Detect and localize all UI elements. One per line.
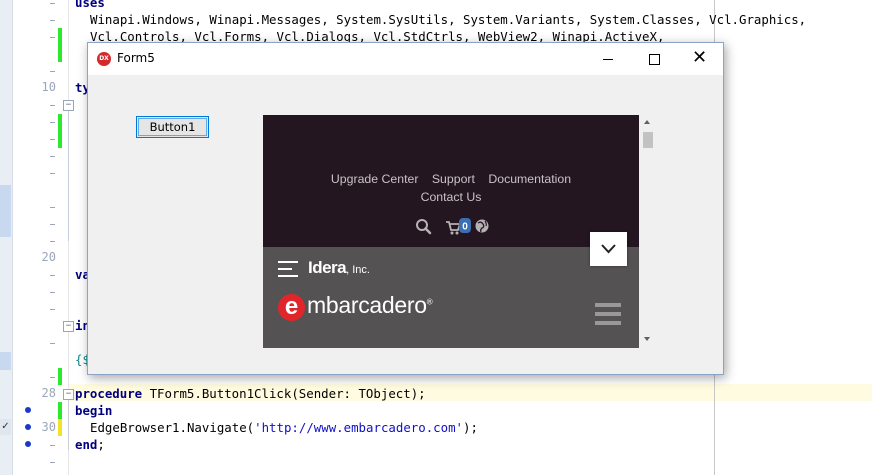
gutter-dash	[50, 207, 55, 208]
code-token: uses	[75, 0, 105, 10]
edge-browser-webview[interactable]: Upgrade Center Support Documentation Con…	[263, 115, 639, 348]
gutter-dash	[50, 156, 55, 157]
code-line[interactable]: EdgeBrowser1.Navigate('http://www.embarc…	[90, 419, 478, 436]
gutter-dash	[50, 292, 55, 293]
line-number: 10	[41, 80, 56, 94]
code-token: );	[463, 420, 478, 435]
nav-links-row: Contact Us	[263, 190, 639, 204]
code-token: EdgeBrowser1.Navigate(	[90, 420, 255, 435]
maximize-icon	[649, 54, 660, 65]
nav-links-row: Upgrade Center Support Documentation	[263, 172, 639, 186]
code-token: begin	[75, 403, 113, 418]
fold-guide	[68, 111, 69, 241]
code-line[interactable]: Winapi.Windows, Winapi.Messages, System.…	[90, 11, 806, 28]
scroll-down-button[interactable]	[590, 232, 627, 266]
maximize-button[interactable]	[631, 43, 677, 75]
site-icons-row: 0	[413, 218, 493, 236]
nav-link-upgrade-center[interactable]: Upgrade Center	[331, 172, 419, 186]
gutter-dash	[50, 3, 55, 4]
gutter-dash	[50, 445, 55, 446]
site-icons: 0	[416, 218, 489, 235]
change-marker-saved	[58, 28, 62, 62]
code-token: procedure	[75, 386, 143, 401]
cart-icon[interactable]	[446, 221, 462, 235]
minimize-icon	[603, 59, 613, 60]
gutter-dash	[50, 20, 55, 21]
menu-hamburger-icon[interactable]	[595, 303, 621, 330]
button1[interactable]: Button1	[136, 116, 209, 138]
change-marker-saved	[58, 402, 62, 419]
code-token: TForm5.Button1Click(Sender: TObject);	[142, 386, 426, 401]
code-line[interactable]: end;	[75, 436, 105, 453]
breakpoint-dot-icon[interactable]	[25, 407, 31, 413]
webview-scrollbar[interactable]	[641, 115, 655, 348]
breakpoint-dot-icon[interactable]	[25, 424, 31, 430]
scroll-thumb[interactable]	[643, 132, 653, 148]
gutter-dash	[50, 343, 55, 344]
code-token: end	[75, 437, 98, 452]
change-marker-saved	[58, 114, 62, 148]
code-line[interactable]: procedure TForm5.Button1Click(Sender: TO…	[75, 385, 426, 402]
nav-link-support[interactable]: Support	[432, 172, 475, 186]
minimize-button[interactable]	[585, 43, 631, 75]
window-title: Form5	[117, 51, 155, 65]
scroll-up-arrow-icon[interactable]	[644, 120, 650, 124]
idera-logo[interactable]: Idera, Inc.	[308, 258, 370, 278]
code-token: Winapi.Windows, Winapi.Messages, System.…	[90, 12, 807, 27]
fold-collapse-icon[interactable]: −	[63, 100, 74, 111]
gutter-dash	[50, 173, 55, 174]
gutter-dash	[50, 309, 55, 310]
idera-suffix: , Inc.	[346, 264, 370, 276]
line-number: 28	[41, 386, 56, 400]
strip-block	[0, 352, 11, 370]
code-line[interactable]: uses	[75, 0, 105, 11]
cart-count: 0	[462, 222, 468, 233]
change-marker-unsaved	[58, 419, 62, 436]
gutter-dash	[50, 37, 55, 38]
title-bar[interactable]: DX Form5 ✕	[88, 43, 723, 75]
gutter-dash	[50, 377, 55, 378]
code-line[interactable]: begin	[75, 402, 112, 419]
strip-block	[0, 185, 11, 237]
nav-link-contact-us[interactable]: Contact Us	[421, 190, 482, 204]
gutter-dash	[50, 224, 55, 225]
close-button[interactable]: ✕	[677, 43, 723, 75]
gutter-dash	[50, 462, 55, 463]
gutter-dash	[50, 122, 55, 123]
nav-link-documentation[interactable]: Documentation	[488, 172, 571, 186]
idera-brand: Idera	[308, 258, 347, 277]
fold-collapse-icon[interactable]: −	[63, 389, 74, 400]
site-top-bar: Upgrade Center Support Documentation Con…	[263, 115, 639, 247]
fold-collapse-icon[interactable]: −	[63, 321, 74, 332]
gutter-dash	[50, 275, 55, 276]
embarcadero-e-logo[interactable]: e	[278, 294, 305, 321]
globe-icon[interactable]	[475, 219, 489, 233]
chevron-down-icon	[601, 244, 616, 254]
gutter-dash	[50, 71, 55, 72]
line-number: 20	[41, 250, 56, 264]
checkmark-icon: ✓	[0, 419, 11, 435]
registered-mark: ®	[426, 297, 433, 307]
embarcadero-logo-text[interactable]: mbarcadero®	[307, 292, 433, 319]
cart-count-badge: 0	[459, 218, 471, 233]
code-token: ;	[97, 437, 105, 452]
code-token: 'http://www.embarcadero.com'	[254, 420, 463, 435]
hamburger-icon[interactable]	[278, 261, 298, 282]
editor-left-strip	[0, 0, 13, 475]
search-icon[interactable]	[416, 219, 432, 235]
form-window[interactable]: DX Form5 ✕ Button1 Upgrade Center Suppor…	[87, 42, 724, 375]
embarcadero-wordmark: mbarcadero	[307, 292, 427, 318]
gutter-dash	[50, 105, 55, 106]
close-icon: ✕	[692, 47, 708, 68]
breakpoint-dot-icon[interactable]	[25, 441, 31, 447]
delphi-app-icon: DX	[97, 52, 111, 66]
change-marker-saved	[58, 368, 62, 385]
fold-guide	[68, 400, 69, 450]
gutter-dash	[50, 241, 55, 242]
scroll-down-arrow-icon[interactable]	[644, 337, 650, 341]
gutter-dash	[50, 139, 55, 140]
